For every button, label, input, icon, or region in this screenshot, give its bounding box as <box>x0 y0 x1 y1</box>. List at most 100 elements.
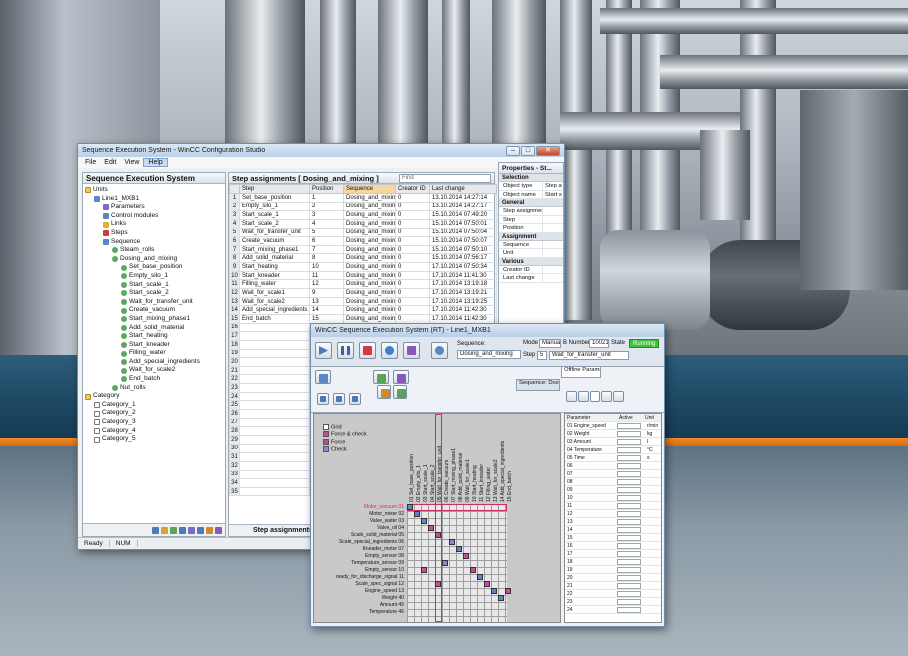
parameter-value-field[interactable] <box>617 551 641 557</box>
matrix-cell[interactable] <box>484 581 490 587</box>
parameter-value-field[interactable] <box>617 455 641 461</box>
find-input[interactable]: Find <box>399 173 491 183</box>
parameter-value-field[interactable] <box>617 599 641 605</box>
parameter-value-field[interactable] <box>617 423 641 429</box>
table-cell[interactable] <box>239 339 310 350</box>
table-cell[interactable] <box>239 322 310 333</box>
property-value[interactable] <box>543 274 563 282</box>
table-cell[interactable]: 0 <box>395 244 430 255</box>
row-number[interactable]: 20 <box>229 357 240 367</box>
tree-item[interactable]: Line1_MXB1 <box>85 195 225 204</box>
parameter-value-field[interactable] <box>617 575 641 581</box>
table-cell[interactable]: 9 <box>309 288 344 298</box>
parameter-value-field[interactable] <box>617 479 641 485</box>
row-number[interactable]: 10 <box>229 270 240 281</box>
row-number[interactable]: 9 <box>229 262 240 272</box>
table-cell[interactable]: 17.10.2014 11:41:30 <box>429 270 497 281</box>
sequence-select[interactable]: Dosing_and_mixing <box>457 350 521 359</box>
parameter-row[interactable]: 05 Time s <box>565 454 661 462</box>
tree-item[interactable]: Wait_for_scale2 <box>85 366 225 375</box>
table-cell[interactable]: 15.10.2014 07:56:17 <box>429 253 497 264</box>
parameter-row[interactable]: 04 Temperature °C <box>565 446 661 454</box>
property-row[interactable]: Sequence <box>499 240 563 249</box>
page-number[interactable] <box>590 391 600 402</box>
parameter-row[interactable]: 09 <box>565 486 661 494</box>
prev-page-button[interactable] <box>578 391 589 402</box>
tags-editor-icon[interactable] <box>161 526 168 534</box>
matrix-cell[interactable] <box>442 560 448 566</box>
tree-item[interactable]: Set_base_position <box>85 263 225 272</box>
matrix-cell[interactable] <box>421 567 427 573</box>
table-cell[interactable]: Dosing_and_mixing <box>343 236 396 246</box>
row-number[interactable]: 8 <box>229 253 240 264</box>
matrix-cell[interactable] <box>421 518 427 524</box>
matrix-cell[interactable] <box>477 574 483 580</box>
matrix-cell[interactable] <box>435 581 441 587</box>
menu-help[interactable]: Help <box>143 158 168 167</box>
table-cell[interactable]: 1 <box>309 193 344 203</box>
table-cell[interactable]: Create_vacuum <box>239 236 310 246</box>
tree-item[interactable]: Add_solid_material <box>85 324 225 333</box>
property-value[interactable] <box>543 207 563 215</box>
tree-item[interactable]: Start_mixing_phase1 <box>85 315 225 324</box>
table-cell[interactable] <box>239 426 310 436</box>
table-cell[interactable]: Dosing_and_mixing <box>343 262 396 272</box>
property-row[interactable]: Object name Start s <box>499 190 563 199</box>
parameter-value-field[interactable] <box>617 567 641 573</box>
table-cell[interactable]: 0 <box>395 201 430 212</box>
row-number[interactable]: 33 <box>229 469 240 480</box>
table-cell[interactable]: 0 <box>395 288 430 298</box>
row-number[interactable]: 17 <box>229 331 240 341</box>
table-cell[interactable]: 8 <box>309 253 344 264</box>
row-number[interactable]: 4 <box>229 218 240 229</box>
parameter-value-field[interactable] <box>617 559 641 565</box>
row-number[interactable]: 13 <box>229 296 240 307</box>
row-number[interactable]: 6 <box>229 236 240 246</box>
table-cell[interactable]: Dosing_and_mixing <box>343 288 396 298</box>
archive-editor-icon[interactable] <box>179 526 186 534</box>
tree-item[interactable]: Control modules <box>85 212 225 221</box>
table-cell[interactable] <box>239 460 310 471</box>
matrix-cell[interactable] <box>407 504 413 510</box>
table-cell[interactable] <box>239 374 310 385</box>
row-number[interactable]: 22 <box>229 374 240 385</box>
table-cell[interactable]: 15.10.2014 07:50:10 <box>429 244 497 255</box>
table-row[interactable]: 8 Add_solid_material 8 Dosing_and_mixing 0 15… <box>229 253 497 264</box>
parameter-value-field[interactable] <box>617 463 641 469</box>
table-cell[interactable]: Dosing_and_mixing <box>343 201 396 212</box>
table-cell[interactable]: 17.10.2014 11:42:30 <box>429 305 497 315</box>
parameter-row[interactable]: 20 <box>565 574 661 582</box>
table-row[interactable]: 3 Start_scale_1 3 Dosing_and_mixing 0 15.10.2… <box>229 210 497 220</box>
mode-field[interactable]: Manual <box>539 339 561 348</box>
table-cell[interactable]: 15.10.2014 07:49:20 <box>429 210 497 220</box>
property-section[interactable]: Selection <box>499 174 563 182</box>
row-number[interactable]: 7 <box>229 244 240 255</box>
property-row[interactable]: Position <box>499 224 563 233</box>
property-value[interactable] <box>543 241 563 249</box>
table-cell[interactable]: Filling_water <box>239 279 310 290</box>
table-row[interactable]: 7 Start_mixing_phase1 7 Dosing_and_mixing 0 1… <box>229 244 497 255</box>
menu-edit[interactable]: Edit <box>100 159 120 166</box>
matrix-cell[interactable] <box>498 595 504 601</box>
table-cell[interactable]: Dosing_and_mixing <box>343 270 396 281</box>
row-number[interactable]: 34 <box>229 478 240 488</box>
table-cell[interactable]: 6 <box>309 236 344 246</box>
parameter-row[interactable]: 06 <box>565 462 661 470</box>
table-cell[interactable] <box>239 417 310 428</box>
row-number[interactable]: 29 <box>229 434 240 445</box>
tree-item[interactable]: Wait_for_transfer_unit <box>85 298 225 307</box>
row-number[interactable]: 30 <box>229 443 240 454</box>
table-cell[interactable]: Empty_silo_1 <box>239 201 310 212</box>
table-cell[interactable] <box>239 486 310 497</box>
table-cell[interactable] <box>239 400 310 410</box>
parameter-value-field[interactable] <box>617 447 641 453</box>
column-header-position[interactable]: Position <box>309 184 344 194</box>
table-row[interactable]: 9 Start_heating 10 Dosing_and_mixing 0 17.10.… <box>229 262 497 272</box>
matrix-cell[interactable] <box>470 567 476 573</box>
table-cell[interactable]: Dosing_and_mixing <box>343 210 396 220</box>
row-number[interactable]: 23 <box>229 383 240 393</box>
parameter-value-field[interactable] <box>617 503 641 509</box>
matrix-cell[interactable] <box>435 532 441 538</box>
table-cell[interactable]: 0 <box>395 279 430 290</box>
table-row[interactable]: 4 Start_scale_2 4 Dosing_and_mixing 0 15.10.2… <box>229 218 497 229</box>
